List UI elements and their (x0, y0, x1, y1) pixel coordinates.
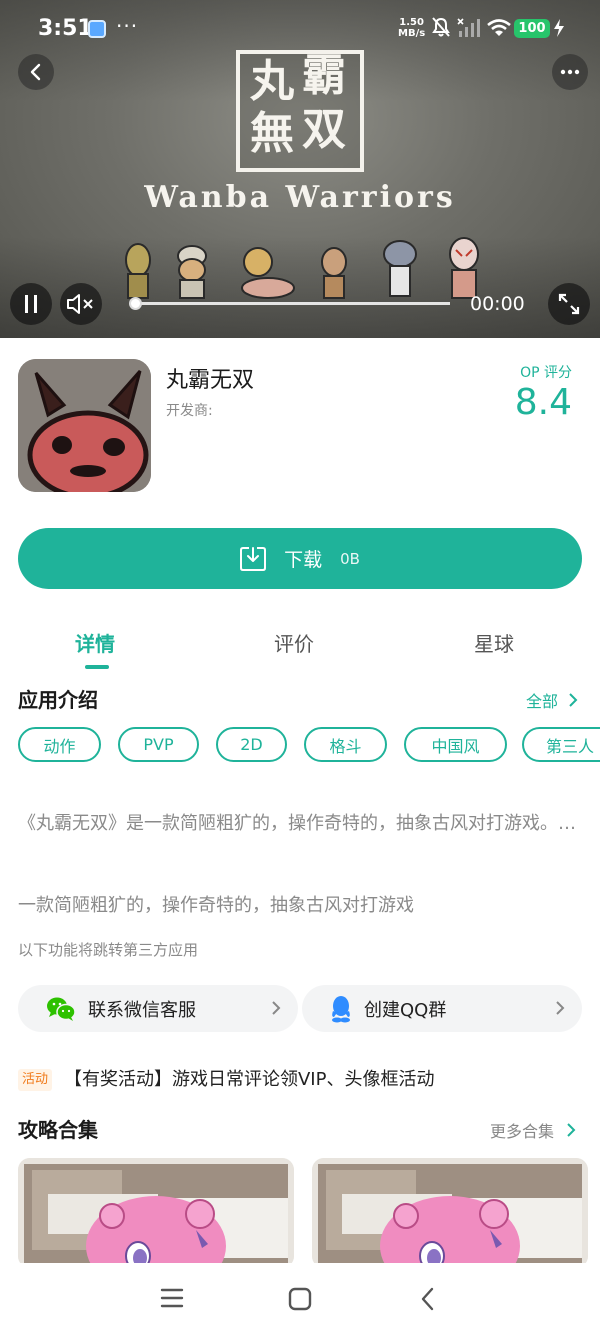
third-party-note: 以下功能将跳转第三方应用 (18, 941, 199, 959)
chevron-right-icon (567, 1123, 576, 1137)
tab-indicator (85, 665, 109, 669)
logo-char: 双 (302, 104, 346, 155)
wechat-support-button[interactable]: 联系微信客服 (18, 985, 298, 1032)
app-icon (18, 359, 151, 492)
all-link-label: 全部 (526, 692, 559, 711)
network-speed-value: 1.50 (399, 17, 424, 28)
create-qq-group-label: 创建QQ群 (364, 999, 447, 1021)
tag-fighting[interactable]: 格斗 (304, 727, 387, 762)
intro-title: 应用介绍 (18, 688, 98, 712)
pause-button[interactable] (10, 283, 52, 325)
menu-icon[interactable] (160, 1287, 184, 1309)
character (321, 247, 347, 299)
tag-action[interactable]: 动作 (18, 727, 101, 762)
tag-third-person[interactable]: 第三人 (522, 727, 600, 762)
download-button[interactable]: 下载 0B (18, 528, 582, 589)
score-value: 8.4 (514, 382, 572, 423)
status-time: 3:51 (38, 16, 93, 41)
more-dots-icon (560, 69, 580, 75)
tag-chinese-style[interactable]: 中国风 (404, 727, 507, 762)
tab-details[interactable]: 详情 (75, 628, 115, 657)
network-speed: 1.50 MB/s (398, 17, 425, 39)
guide-thumbnail (312, 1158, 588, 1268)
character (383, 240, 417, 297)
wifi-icon (487, 19, 511, 36)
charging-icon (554, 19, 564, 37)
more-collections-label: 更多合集 (490, 1122, 555, 1141)
tag-pvp[interactable]: PVP (118, 727, 199, 762)
more-collections-link[interactable]: 更多合集 (490, 1118, 578, 1142)
video-time: 00:00 (470, 293, 525, 315)
guide-thumbnail (18, 1158, 294, 1268)
tag-2d[interactable]: 2D (216, 727, 287, 762)
score-label: OP 评分 (520, 365, 572, 381)
devil-icon (18, 359, 151, 492)
speaker-muted-icon (67, 294, 93, 314)
chevron-right-icon (569, 693, 578, 707)
character (449, 237, 479, 299)
app-description[interactable]: 《丸霸无双》是一款简陋粗犷的，操作奇特的，抽象古风对打游戏。… (18, 808, 584, 840)
tab-planet[interactable]: 星球 (474, 628, 514, 657)
download-icon (240, 546, 267, 571)
all-link[interactable]: 全部 (526, 688, 580, 712)
fullscreen-icon (558, 293, 580, 315)
fullscreen-button[interactable] (548, 283, 590, 325)
chevron-right-icon (272, 1001, 281, 1015)
pause-icon (25, 295, 37, 313)
chevron-right-icon (556, 1001, 565, 1015)
logo-char: 霸 (302, 50, 346, 101)
system-nav-bar (0, 1263, 600, 1333)
back-nav-icon[interactable] (418, 1286, 438, 1312)
chevron-left-icon (30, 63, 41, 81)
notification-app-icon (88, 20, 106, 38)
app-summary: 一款简陋粗犷的，操作奇特的，抽象古风对打游戏 (18, 895, 414, 916)
create-qq-group-button[interactable]: 创建QQ群 (302, 985, 582, 1032)
progress-handle[interactable] (129, 297, 142, 310)
app-name: 丸霸无双 (166, 368, 255, 393)
character (241, 247, 295, 299)
logo-char: 丸 (250, 56, 294, 107)
developer-label[interactable]: 开发商: (166, 400, 213, 420)
more-notifications-icon: ··· (116, 14, 139, 38)
download-size: 0B (340, 549, 360, 568)
activity-link[interactable]: 【有奖活动】游戏日常评论领VIP、头像框活动 (64, 1065, 434, 1091)
character (177, 245, 207, 299)
character (125, 243, 151, 299)
mute-button[interactable] (60, 283, 102, 325)
logo-char: 無 (250, 108, 294, 159)
guides-title: 攻略合集 (18, 1118, 98, 1142)
download-label: 下载 (284, 549, 323, 571)
guide-card[interactable] (312, 1158, 588, 1268)
tab-reviews[interactable]: 评价 (274, 628, 314, 657)
more-button[interactable] (552, 54, 588, 90)
qq-icon (332, 995, 350, 1022)
wechat-icon (47, 997, 76, 1021)
wechat-support-label: 联系微信客服 (88, 999, 196, 1021)
activity-badge: 活动 (18, 1069, 53, 1091)
character-lineup (125, 237, 479, 299)
signal-icon (457, 18, 480, 37)
back-button[interactable] (18, 54, 54, 90)
home-icon[interactable] (288, 1287, 312, 1311)
network-speed-unit: MB/s (398, 28, 426, 39)
bell-mute-icon (432, 17, 450, 37)
game-logo: 丸 霸 無 双 (236, 50, 364, 172)
guide-card[interactable] (18, 1158, 294, 1268)
battery-indicator: 100 (514, 19, 550, 38)
video-player[interactable]: 3:51 ··· 1.50 MB/s 100 丸 霸 無 双 Wanba War… (0, 0, 600, 338)
game-title-en: Wanba Warriors (144, 180, 456, 215)
video-progress-bar[interactable] (129, 297, 450, 310)
